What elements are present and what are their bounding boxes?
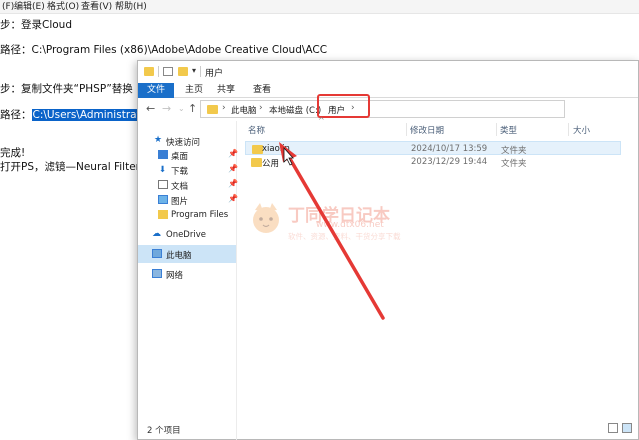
menu-view[interactable]: 查看(V) xyxy=(81,0,112,14)
file-name: 公用 xyxy=(262,159,280,169)
download-icon: ⬇ xyxy=(159,165,167,175)
note-path2-selected[interactable]: C:\Users\Administrator xyxy=(31,109,153,121)
up-arrow-icon[interactable]: ↑ xyxy=(188,102,197,115)
network-icon xyxy=(152,269,162,278)
column-separator[interactable] xyxy=(568,123,569,136)
status-bar: 2 个项目 xyxy=(147,426,181,436)
address-folder-icon xyxy=(207,105,218,114)
title-separator xyxy=(158,66,159,77)
address-bar[interactable]: › 此电脑 › 本地磁盘 (C:) › 用户 › xyxy=(200,94,565,118)
quick-access-dropdown-icon[interactable]: ▾ xyxy=(192,66,196,75)
recent-dropdown-icon[interactable]: ⌄ xyxy=(178,104,185,113)
note-step2: 步：复制文件夹“PHSP”替换 xyxy=(0,83,133,95)
folder-icon xyxy=(158,210,168,219)
list-item[interactable]: xiaolin 2024/10/17 13:59 文件夹 xyxy=(245,141,621,156)
breadcrumb-separator[interactable]: › xyxy=(259,103,263,113)
file-name: xiaolin xyxy=(262,144,290,154)
pin-icon: 📌 xyxy=(228,194,238,203)
sidebar-this-pc[interactable]: 此电脑 xyxy=(138,245,236,263)
explorer-window: ▾ 用户 文件 主页 共享 查看 ← → ⌄ ↑ › 此电脑 › 本地磁盘 (C… xyxy=(137,60,639,440)
document-icon xyxy=(158,180,168,189)
breadcrumb-this-pc[interactable]: 此电脑 xyxy=(231,104,257,116)
list-item[interactable]: 公用 2023/12/29 19:44 文件夹 xyxy=(245,155,621,169)
folder-icon xyxy=(144,67,154,76)
breadcrumb-local-disk[interactable]: 本地磁盘 (C:) xyxy=(269,104,321,116)
notepad-menubar: (F) 编辑(E) 格式(O) 查看(V) 帮助(H) xyxy=(0,0,639,14)
column-separator[interactable] xyxy=(406,123,407,136)
menu-format[interactable]: 格式(O) xyxy=(47,0,79,14)
sidebar-network[interactable]: 网络 xyxy=(138,265,236,283)
details-view-icon[interactable] xyxy=(608,423,618,433)
file-type: 文件夹 xyxy=(501,159,527,169)
column-type[interactable]: 类型 xyxy=(500,124,517,136)
sidebar-this-pc-label: 此电脑 xyxy=(166,251,192,261)
pin-icon: 📌 xyxy=(228,149,238,158)
note-path1: 路径：C:\Program Files (x86)\Adobe\Adobe Cr… xyxy=(0,44,328,56)
sidebar-onedrive[interactable]: ☁ OneDrive xyxy=(138,226,236,244)
file-modified: 2023/12/29 19:44 xyxy=(411,157,488,167)
sidebar-item-program-files[interactable]: Program Files xyxy=(138,206,236,224)
new-folder-icon[interactable] xyxy=(178,67,188,76)
watermark-url: www.dtx06.net xyxy=(316,220,384,230)
menu-file[interactable]: (F) xyxy=(2,0,14,14)
sidebar-item-label: Program Files xyxy=(171,210,229,220)
cloud-icon: ☁ xyxy=(152,229,161,239)
folder-icon xyxy=(251,158,262,167)
tab-file[interactable]: 文件 xyxy=(138,83,175,98)
star-icon: ★ xyxy=(154,135,163,145)
title-separator-2 xyxy=(200,66,201,77)
forward-arrow-icon[interactable]: → xyxy=(162,102,171,115)
large-icons-view-icon[interactable] xyxy=(622,423,632,433)
sidebar-network-label: 网络 xyxy=(166,271,184,281)
pin-icon: 📌 xyxy=(228,179,238,188)
ribbon-tabs: 文件 主页 共享 查看 xyxy=(138,83,638,98)
watermark-title: 丁同学日记本 xyxy=(288,206,390,226)
note-path2-label: 路径： xyxy=(0,109,32,121)
sidebar-onedrive-label: OneDrive xyxy=(166,230,206,240)
watermark-logo-icon xyxy=(253,203,279,233)
watermark-subtitle: 软件、资源、资料、干货分享下载 xyxy=(288,232,401,241)
picture-icon xyxy=(158,195,168,204)
menu-help[interactable]: 帮助(H) xyxy=(115,0,147,14)
address-row: ← → ⌄ ↑ › 此电脑 › 本地磁盘 (C:) › 用户 › xyxy=(138,94,638,120)
computer-icon xyxy=(152,249,162,258)
pin-icon: 📌 xyxy=(228,164,238,173)
properties-icon[interactable] xyxy=(163,67,173,76)
note-done: 完成! xyxy=(0,147,26,159)
column-modified[interactable]: 修改日期 xyxy=(410,124,444,136)
window-title: 用户 xyxy=(205,69,224,79)
note-path2: 路径：C:\Users\Administrator xyxy=(0,107,153,122)
column-separator[interactable] xyxy=(496,123,497,136)
sort-up-icon: ^ xyxy=(318,116,325,125)
back-arrow-icon[interactable]: ← xyxy=(146,102,155,115)
breadcrumb-separator[interactable]: › xyxy=(222,103,226,113)
title-bar: ▾ 用户 xyxy=(138,61,638,83)
desktop-icon xyxy=(158,150,168,159)
tab-home[interactable]: 主页 xyxy=(176,83,212,98)
annotation-highlight-box xyxy=(317,94,370,118)
column-size[interactable]: 大小 xyxy=(573,124,590,136)
column-name[interactable]: 名称 xyxy=(248,124,265,136)
note-open-ps: 打开PS，滤镜—Neural Filters xyxy=(0,161,146,173)
menu-edit[interactable]: 编辑(E) xyxy=(14,0,45,14)
note-step1: 步：登录Cloud xyxy=(0,19,72,31)
file-modified: 2024/10/17 13:59 xyxy=(411,144,488,154)
tab-share[interactable]: 共享 xyxy=(208,83,244,98)
tab-view[interactable]: 查看 xyxy=(244,83,280,98)
